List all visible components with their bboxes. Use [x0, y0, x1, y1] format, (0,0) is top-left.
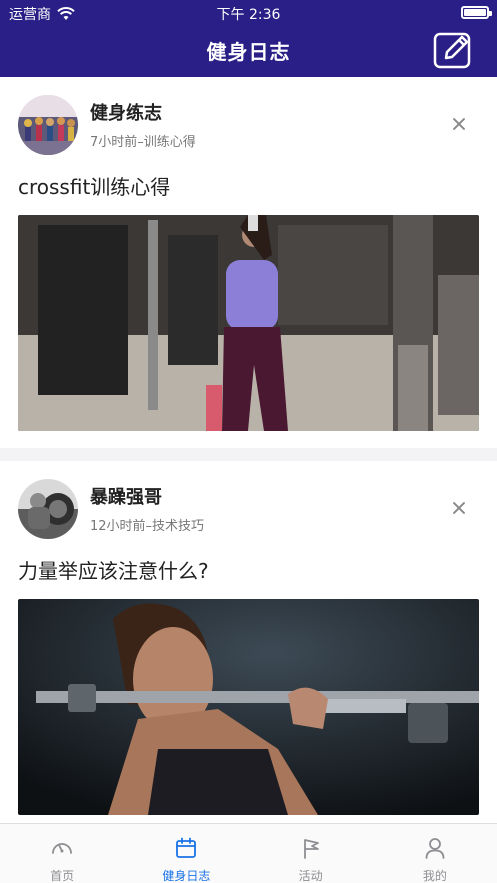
post-title[interactable]: crossfit训练心得: [18, 171, 170, 200]
status-bar: 运营商 下午 2:36: [0, 0, 497, 24]
status-time: 下午 2:36: [216, 7, 281, 23]
battery-icon: [461, 6, 492, 19]
post-meta: 7小时前–训练心得: [90, 135, 196, 150]
user-icon: [425, 838, 445, 859]
author-avatar[interactable]: [18, 479, 78, 539]
edit-icon[interactable]: [432, 30, 474, 70]
post-photo[interactable]: [18, 215, 479, 431]
tab-profile[interactable]: 我的: [373, 824, 497, 883]
post-card[interactable]: 健身练志 7小时前–训练心得 crossfit训练心得: [0, 77, 497, 448]
close-icon[interactable]: [450, 115, 468, 133]
author-avatar[interactable]: [18, 95, 78, 155]
author-name[interactable]: 健身练志: [90, 99, 162, 125]
post-photo[interactable]: [18, 599, 479, 815]
page-title: 健身日志: [206, 40, 291, 64]
post-meta: 12小时前–技术技巧: [90, 519, 205, 534]
tab-label: 健身日志: [162, 869, 211, 883]
calendar-icon: [176, 837, 197, 858]
app-screen: 运营商 下午 2:36 健身日志 健身练志 7小时前–训练心得 crossfit…: [0, 0, 497, 883]
flag-icon: [303, 839, 319, 859]
post-title[interactable]: 力量举应该注意什么?: [18, 555, 209, 584]
post-feed[interactable]: 健身练志 7小时前–训练心得 crossfit训练心得 暴躁强哥 12小时前–技…: [0, 77, 497, 823]
close-icon[interactable]: [450, 499, 468, 517]
gauge-icon: [52, 843, 73, 854]
tab-home[interactable]: 首页: [0, 824, 124, 883]
tab-label: 首页: [50, 869, 75, 883]
top-bar: 运营商 下午 2:36 健身日志: [0, 0, 497, 77]
tab-fitness-log[interactable]: 健身日志: [124, 824, 248, 883]
tab-label: 我的: [422, 869, 447, 883]
post-card[interactable]: 暴躁强哥 12小时前–技术技巧 力量举应该注意什么?: [0, 461, 497, 823]
author-name[interactable]: 暴躁强哥: [90, 483, 162, 509]
tab-label: 活动: [298, 869, 323, 883]
tab-activity[interactable]: 活动: [249, 824, 373, 883]
tab-bar: 首页 健身日志 活动 我的: [0, 823, 497, 883]
